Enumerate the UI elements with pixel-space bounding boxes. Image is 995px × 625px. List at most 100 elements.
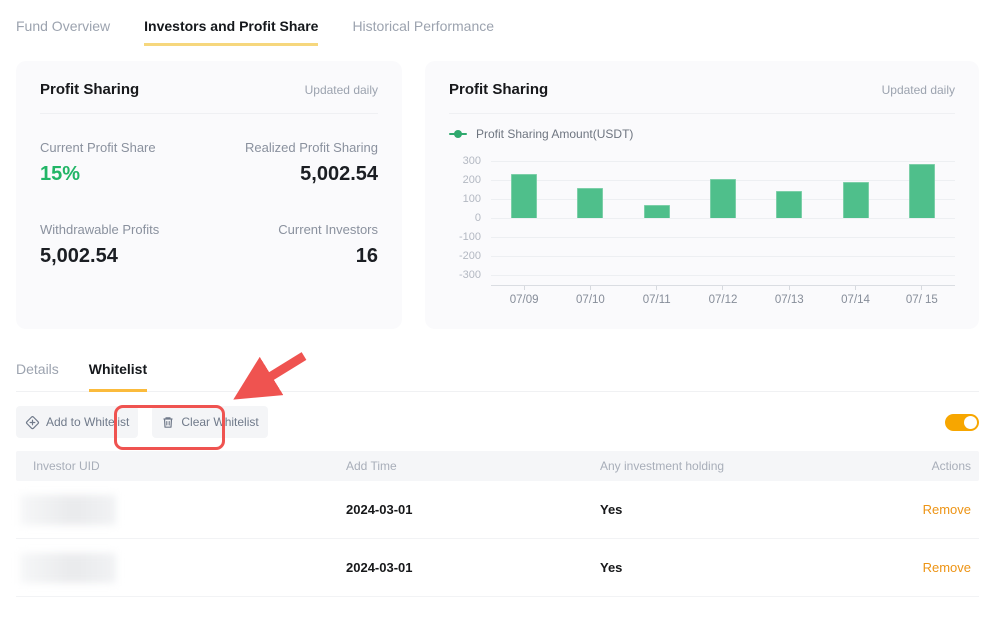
bar-slot <box>491 174 557 218</box>
table-header-row: Investor UID Add Time Any investment hol… <box>16 451 979 481</box>
detail-tab-bar: Details Whitelist <box>16 361 979 392</box>
stat-value: 5,002.54 <box>40 245 209 268</box>
legend-marker-icon <box>449 130 467 138</box>
updated-daily-label: Updated daily <box>882 83 955 97</box>
add-to-whitelist-button[interactable]: Add to Whitelist <box>16 406 138 438</box>
chart-legend: Profit Sharing Amount(USDT) <box>449 127 955 141</box>
chart-bars <box>491 161 955 218</box>
bar-slot <box>690 179 756 218</box>
x-axis-label: 07/10 <box>557 294 623 306</box>
x-tick <box>690 286 756 290</box>
chart-xticks <box>491 286 955 290</box>
clear-whitelist-label: Clear Whitelist <box>181 415 258 429</box>
x-tick <box>491 286 557 290</box>
stat-label: Withdrawable Profits <box>40 222 209 237</box>
x-axis-label: 07/12 <box>690 294 756 306</box>
y-axis-label: 200 <box>449 174 481 186</box>
updated-daily-label: Updated daily <box>305 83 378 97</box>
whitelist-toolbar: Add to Whitelist Clear Whitelist <box>16 405 979 439</box>
redacted-uid-blur <box>20 495 116 525</box>
tab-investors-profit-share[interactable]: Investors and Profit Share <box>144 18 318 46</box>
x-tick <box>889 286 955 290</box>
bar-07/14 <box>843 182 869 218</box>
y-axis-label: 0 <box>449 212 481 224</box>
gridline <box>491 237 955 238</box>
card-title: Profit Sharing <box>40 81 139 98</box>
holding-cell: Yes <box>600 560 916 575</box>
remove-link[interactable]: Remove <box>923 502 971 517</box>
stat-value: 5,002.54 <box>209 163 378 186</box>
stat-label: Current Profit Share <box>40 140 209 155</box>
chart-ylabels: 3002001000-100-200-300 <box>449 161 481 306</box>
tab-historical-performance[interactable]: Historical Performance <box>352 18 494 46</box>
chart-plot-area: 07/0907/1007/1107/1207/1307/1407/ 15 <box>491 161 955 306</box>
redacted-uid-blur <box>20 553 116 583</box>
card-header: Profit Sharing Updated daily <box>449 81 955 114</box>
bar-07/12 <box>710 179 736 218</box>
bar-slot <box>756 191 822 218</box>
chart-xlabels: 07/0907/1007/1107/1207/1307/1407/ 15 <box>491 294 955 306</box>
bar-slot <box>822 182 888 218</box>
legend-label: Profit Sharing Amount(USDT) <box>476 127 633 141</box>
profit-stats-grid: Current Profit Share 15% Realized Profit… <box>40 140 378 268</box>
x-axis-label: 07/14 <box>822 294 888 306</box>
col-investor-uid: Investor UID <box>16 459 346 473</box>
toggle-knob <box>964 416 977 429</box>
y-axis-label: 300 <box>449 155 481 167</box>
table-row: 2024-03-01 Yes Remove <box>16 539 979 597</box>
stat-realized-profit-sharing: Realized Profit Sharing 5,002.54 <box>209 140 378 186</box>
x-tick <box>557 286 623 290</box>
y-axis-label: 100 <box>449 193 481 205</box>
bar-07/10 <box>577 188 603 218</box>
stat-label: Realized Profit Sharing <box>209 140 378 155</box>
clear-whitelist-button[interactable]: Clear Whitelist <box>152 406 267 438</box>
tab-fund-overview[interactable]: Fund Overview <box>16 18 110 46</box>
whitelist-toggle[interactable] <box>945 414 979 431</box>
x-axis-label: 07/09 <box>491 294 557 306</box>
investor-uid-redacted <box>16 553 346 583</box>
top-tab-bar: Fund Overview Investors and Profit Share… <box>0 0 995 46</box>
whitelist-table: Investor UID Add Time Any investment hol… <box>16 451 979 597</box>
tab-details[interactable]: Details <box>16 361 59 392</box>
holding-cell: Yes <box>600 502 916 517</box>
card-header: Profit Sharing Updated daily <box>40 81 378 114</box>
y-axis-label: -200 <box>449 250 481 262</box>
stat-value: 16 <box>209 245 378 268</box>
bar-07/09 <box>511 174 537 218</box>
table-row: 2024-03-01 Yes Remove <box>16 481 979 539</box>
bar-07/ 15 <box>909 164 935 218</box>
stat-current-profit-share: Current Profit Share 15% <box>40 140 209 186</box>
x-tick <box>822 286 888 290</box>
col-add-time: Add Time <box>346 459 600 473</box>
add-time-cell: 2024-03-01 <box>346 502 600 517</box>
chart-plot <box>491 161 955 275</box>
card-title: Profit Sharing <box>449 81 548 98</box>
trash-icon <box>161 415 175 430</box>
investor-uid-redacted <box>16 495 346 525</box>
col-actions: Actions <box>916 459 979 473</box>
x-axis-label: 07/ 15 <box>889 294 955 306</box>
stat-withdrawable-profits: Withdrawable Profits 5,002.54 <box>40 222 209 268</box>
bar-slot <box>624 205 690 218</box>
bar-slot <box>889 164 955 218</box>
add-diamond-icon <box>25 415 40 430</box>
gridline <box>491 218 955 219</box>
add-to-whitelist-label: Add to Whitelist <box>46 415 129 429</box>
x-axis-label: 07/13 <box>756 294 822 306</box>
gridline <box>491 275 955 276</box>
add-time-cell: 2024-03-01 <box>346 560 600 575</box>
bar-slot <box>557 188 623 218</box>
tab-whitelist[interactable]: Whitelist <box>89 361 147 392</box>
y-axis-label: -100 <box>449 231 481 243</box>
bar-07/13 <box>776 191 802 218</box>
remove-link[interactable]: Remove <box>923 560 971 575</box>
summary-cards-row: Profit Sharing Updated daily Current Pro… <box>16 61 979 329</box>
profit-sharing-bar-chart: 3002001000-100-200-300 07/0907/1007/1107… <box>449 161 955 306</box>
profit-sharing-chart-card: Profit Sharing Updated daily Profit Shar… <box>425 61 979 329</box>
x-tick <box>624 286 690 290</box>
profit-sharing-summary-card: Profit Sharing Updated daily Current Pro… <box>16 61 402 329</box>
gridline <box>491 256 955 257</box>
col-investment-holding: Any investment holding <box>600 459 916 473</box>
stat-current-investors: Current Investors 16 <box>209 222 378 268</box>
stat-value: 15% <box>40 163 209 186</box>
